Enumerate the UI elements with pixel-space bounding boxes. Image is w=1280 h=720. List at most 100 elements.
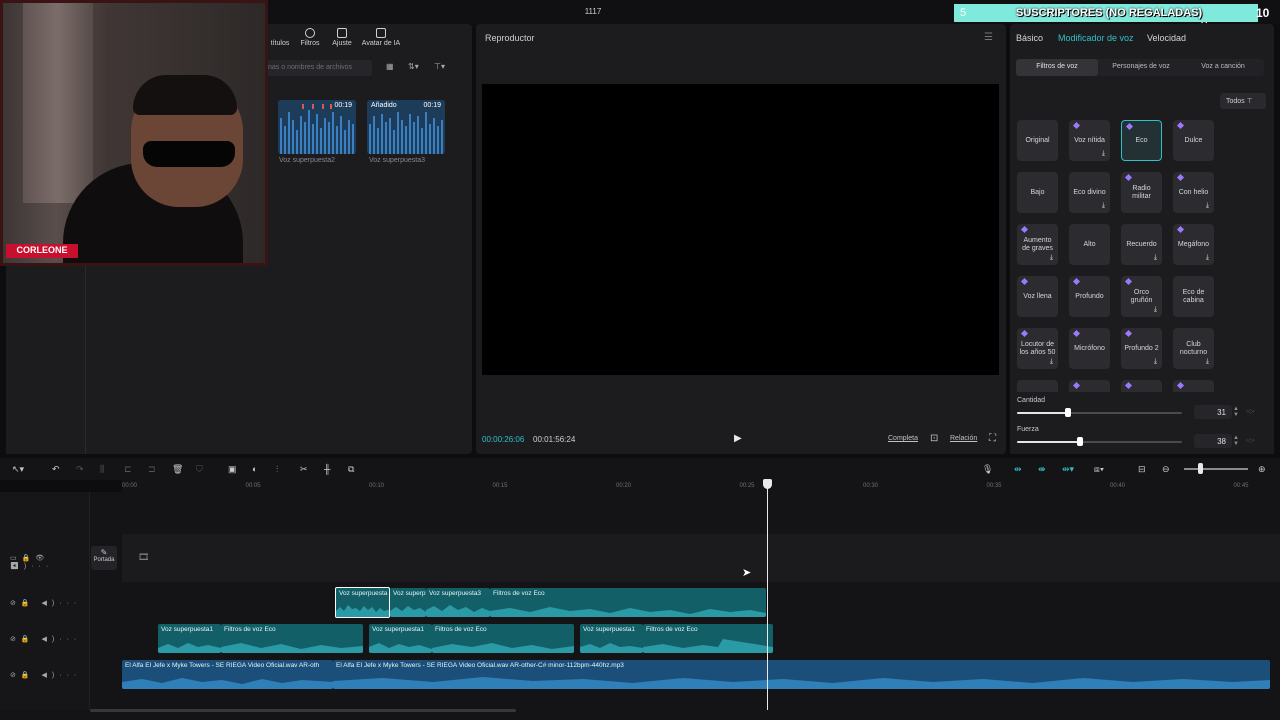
voice-filter-tile[interactable] xyxy=(1069,380,1110,392)
timeline-clip[interactable]: Filtros de voz Eco xyxy=(490,588,766,617)
tab-basico[interactable]: Básico xyxy=(1016,33,1043,43)
voice-filter-tile[interactable]: Voz llena xyxy=(1017,276,1058,317)
voice-filter-tile[interactable]: Dulce xyxy=(1173,120,1214,161)
mask-icon[interactable]: ◐ xyxy=(252,464,257,474)
tab-modificador-de-voz[interactable]: Modificador de voz xyxy=(1058,33,1134,43)
media-view-controls[interactable]: ▦ ⇅▾ ⊤▾ xyxy=(384,62,464,74)
link-icon[interactable]: ⇹ xyxy=(1014,464,1022,475)
track-header-audio2[interactable]: ⊘🔒 ◀)··· xyxy=(10,635,86,647)
voice-filter-tile[interactable]: Eco xyxy=(1121,120,1162,161)
voice-filter-tile[interactable]: Aumento de graves ⤓ xyxy=(1017,224,1058,265)
keyframe-icon[interactable]: ‹◇› xyxy=(1246,438,1255,444)
download-icon[interactable]: ⤓ xyxy=(1154,254,1157,262)
select-tool-icon[interactable]: ↖▾ xyxy=(12,464,24,475)
download-icon[interactable]: ⤓ xyxy=(1102,202,1105,210)
track-header-audio1[interactable]: ⊘🔒 ◀)··· xyxy=(10,599,86,611)
timeline-clip[interactable]: Voz superpuesta1 xyxy=(369,624,432,653)
slider-value-cantidad[interactable]: 31 xyxy=(1194,405,1232,419)
track-header-audio3[interactable]: ⊘🔒 ◀)··· xyxy=(10,671,86,683)
tab-ajuste[interactable]: Ajuste xyxy=(324,26,360,47)
redo-icon[interactable]: ↷ xyxy=(76,464,84,475)
download-icon[interactable]: ⤓ xyxy=(1050,358,1053,366)
voice-filter-tile[interactable]: Original xyxy=(1017,120,1058,161)
voice-filter-tile[interactable]: Eco de cabina xyxy=(1173,276,1214,317)
stepper-icon[interactable]: ▲ ▼ xyxy=(1233,435,1239,447)
media-thumb-voz2[interactable]: 00:19 xyxy=(278,100,356,154)
timeline-clip[interactable]: Voz superpuesta1 xyxy=(158,624,221,653)
split-right-icon[interactable]: ⊐ xyxy=(148,464,156,475)
voice-filter-tile[interactable] xyxy=(1121,380,1162,392)
shield-icon[interactable]: ⛉ xyxy=(196,464,203,475)
voice-filter-tile[interactable]: Profundo xyxy=(1069,276,1110,317)
download-icon[interactable]: ⤓ xyxy=(1154,358,1157,366)
voice-filter-tile[interactable]: Club nocturno ⤓ xyxy=(1173,328,1214,369)
timeline-clip[interactable]: Voz superpuesta1 xyxy=(580,624,643,653)
zoom-out-icon[interactable]: ⊖ xyxy=(1162,464,1170,475)
text-to-speech-icon[interactable]: ⧉ xyxy=(348,464,354,475)
player-menu-icon[interactable]: ☰ xyxy=(984,32,993,43)
beat-icon[interactable]: ╫ xyxy=(324,464,330,474)
subtab-filtros-de-voz[interactable]: Filtros de voz xyxy=(1016,59,1098,76)
magnet-icon[interactable]: ⇼ xyxy=(1038,464,1046,475)
tab-avatar-ia[interactable]: Avatar de IA xyxy=(358,26,404,47)
timeline-horizontal-scrollbar[interactable] xyxy=(90,709,516,712)
timeline-clip-music[interactable]: El Alfa El Jefe x Myke Towers - SE RIEGA… xyxy=(333,660,1270,689)
media-search-input[interactable]: nas o nombres de archivos xyxy=(262,60,372,76)
download-icon[interactable]: ⤓ xyxy=(1206,202,1209,210)
slider-value-fuerza[interactable]: 38 xyxy=(1194,434,1232,448)
delete-icon[interactable]: 🗑 xyxy=(172,464,183,475)
microphone-icon[interactable]: 🎙 xyxy=(982,464,993,475)
snapshot-icon[interactable]: ⊡ xyxy=(930,433,938,444)
audio-adjust-icon[interactable]: ⫶ xyxy=(276,464,278,475)
zoom-slider-handle[interactable] xyxy=(1198,463,1203,474)
voice-filter-tile[interactable]: Eco divino ⤓ xyxy=(1069,172,1110,213)
split-icon[interactable]: ⫼ xyxy=(100,464,104,475)
timeline-ruler[interactable] xyxy=(122,480,1280,492)
keyframe-icon[interactable]: ‹◇› xyxy=(1246,409,1255,415)
timeline-clip-music[interactable]: El Alfa El Jefe x Myke Towers - SE RIEGA… xyxy=(122,660,333,689)
cover-button[interactable]: ✎ Portada xyxy=(91,546,117,570)
caption-icon[interactable]: ⊟ xyxy=(1138,464,1146,475)
undo-icon[interactable]: ↶ xyxy=(52,464,60,475)
voice-filter-tile[interactable]: Micrófono xyxy=(1069,328,1110,369)
auto-cut-icon[interactable]: ✂ xyxy=(300,464,308,475)
subtab-personajes-de-voz[interactable]: Personajes de voz xyxy=(1100,59,1182,76)
filter-icon[interactable]: ⊤▾ xyxy=(434,62,445,71)
download-icon[interactable]: ⤓ xyxy=(1102,150,1105,158)
timeline-clip[interactable]: Voz superpuesta xyxy=(335,587,390,618)
zoom-in-icon[interactable]: ⊕ xyxy=(1258,464,1266,475)
voice-filter-tile[interactable]: Orco gruñón ⤓ xyxy=(1121,276,1162,317)
voice-filter-tile[interactable]: Bajo xyxy=(1017,172,1058,213)
todos-filter-button[interactable]: Todos ⊤ xyxy=(1220,93,1266,109)
snap-icon[interactable]: ⇹▾ xyxy=(1062,464,1074,475)
timeline-clip[interactable]: Voz superp xyxy=(390,588,426,617)
voice-filter-tile[interactable]: Megáfono ⤓ xyxy=(1173,224,1214,265)
voice-filter-tile[interactable]: Voz nítida ⤓ xyxy=(1069,120,1110,161)
timeline-clip[interactable]: Filtros de voz Eco xyxy=(432,624,574,653)
timeline-clip[interactable]: Filtros de voz Eco xyxy=(643,624,773,653)
freeze-frame-icon[interactable]: ▣ xyxy=(228,464,237,475)
download-icon[interactable]: ⤓ xyxy=(1206,254,1209,262)
timeline-clip[interactable]: Voz superpuesta3 xyxy=(426,588,490,617)
voice-filter-tile[interactable]: Recuerdo ⤓ xyxy=(1121,224,1162,265)
stepper-icon[interactable]: ▲ ▼ xyxy=(1233,406,1239,418)
voice-filter-tile[interactable]: Profundo 2 ⤓ xyxy=(1121,328,1162,369)
voice-filter-tile[interactable]: Alto xyxy=(1069,224,1110,265)
main-video-track[interactable] xyxy=(122,534,1280,582)
voice-filter-tile[interactable] xyxy=(1173,380,1214,392)
player-preview[interactable] xyxy=(482,84,999,375)
zoom-slider[interactable] xyxy=(1184,468,1248,470)
ratio-button[interactable]: Relación xyxy=(950,435,977,442)
download-icon[interactable]: ⤓ xyxy=(1154,306,1157,314)
quality-completa-button[interactable]: Completa xyxy=(888,435,918,442)
playhead[interactable] xyxy=(767,484,768,710)
play-button[interactable]: ▶ xyxy=(734,433,746,445)
voice-filter-tile[interactable] xyxy=(1017,380,1058,392)
download-icon[interactable]: ⤓ xyxy=(1206,358,1209,366)
voice-filter-tile[interactable]: Con helio ⤓ xyxy=(1173,172,1214,213)
fullscreen-icon[interactable]: ⛶ xyxy=(989,433,996,444)
split-left-icon[interactable]: ⊏ xyxy=(124,464,132,475)
voice-filter-tile[interactable]: Locutor de los años 50 ⤓ xyxy=(1017,328,1058,369)
download-icon[interactable]: ⤓ xyxy=(1050,254,1053,262)
timeline-clip[interactable]: Filtros de voz Eco xyxy=(221,624,363,653)
